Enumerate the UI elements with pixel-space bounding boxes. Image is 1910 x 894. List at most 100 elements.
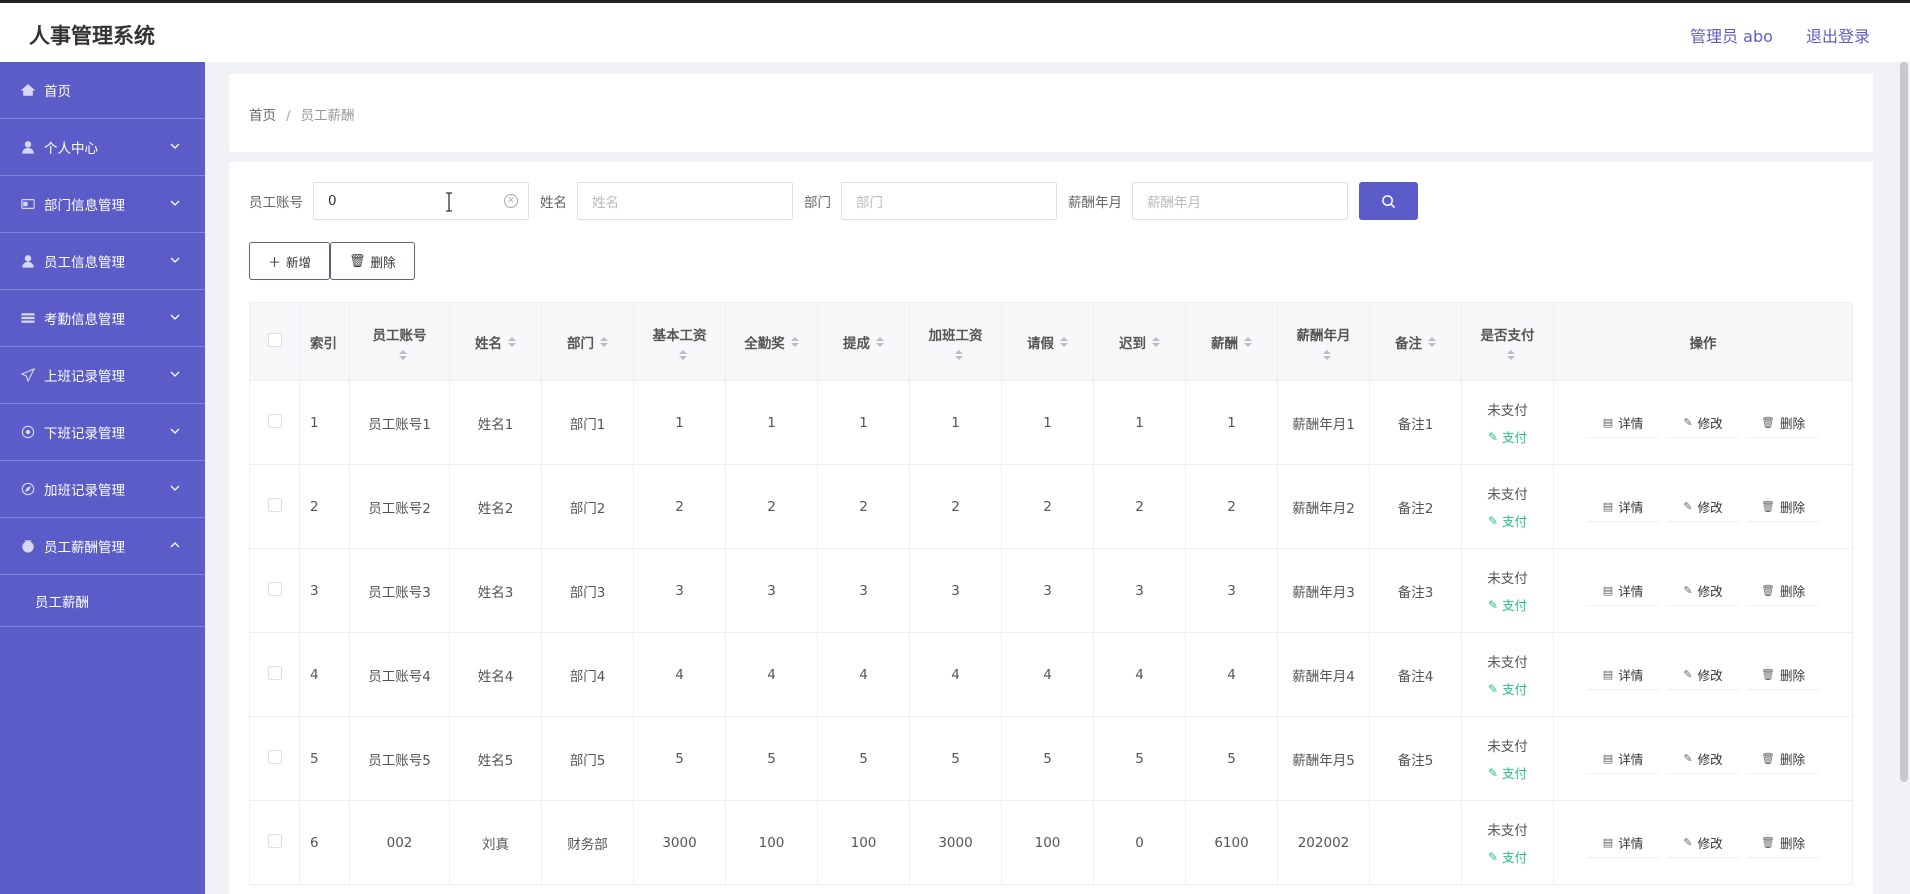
delete-button[interactable]: 🗑 删除 [1747, 659, 1819, 690]
header-salary[interactable]: 薪酬 [1185, 302, 1278, 381]
row-select-cell[interactable] [249, 800, 300, 885]
header-overtime[interactable]: 加班工资 [909, 302, 1002, 381]
detail-button[interactable]: ▤ 详情 [1587, 575, 1659, 606]
header-paid[interactable]: 是否支付 [1461, 302, 1554, 381]
pay-link[interactable]: ✎ 支付 [1488, 511, 1527, 530]
row-checkbox[interactable] [267, 749, 282, 764]
edit-button[interactable]: ✎ 修改 [1667, 491, 1739, 522]
select-all-checkbox[interactable] [267, 332, 282, 347]
delete-button[interactable]: 🗑 删除 [1747, 827, 1819, 858]
sidebar-item-4[interactable]: 考勤信息管理 [0, 290, 205, 347]
cell-index: 4 [299, 632, 350, 717]
pay-link[interactable]: ✎ 支付 [1488, 427, 1527, 446]
sort-icon[interactable] [954, 349, 963, 360]
sidebar-item-3[interactable]: 员工信息管理 [0, 233, 205, 290]
pay-link-label: 支付 [1502, 766, 1528, 781]
sidebar-item-7[interactable]: 加班记录管理 [0, 461, 205, 518]
edit-pen-icon: ✎ [1683, 583, 1693, 597]
row-checkbox[interactable] [267, 665, 282, 680]
delete-button[interactable]: 🗑 删除 [1747, 575, 1819, 606]
admin-name[interactable]: 管理员 abo [1690, 27, 1773, 46]
cell-account: 员工账号1 [349, 380, 450, 465]
page-scrollbar[interactable] [1900, 62, 1908, 782]
sidebar-item-2[interactable]: 部门信息管理 [0, 176, 205, 233]
month-label: 薪酬年月 [1068, 195, 1122, 211]
edit-button[interactable]: ✎ 修改 [1667, 743, 1739, 774]
search-button[interactable] [1359, 182, 1418, 220]
header-base[interactable]: 基本工资 [633, 302, 726, 381]
header-account[interactable]: 员工账号 [349, 302, 450, 381]
edit-button[interactable]: ✎ 修改 [1667, 407, 1739, 438]
header-remark[interactable]: 备注 [1369, 302, 1462, 381]
sort-icon[interactable] [1152, 336, 1160, 347]
header-name[interactable]: 姓名 [449, 302, 542, 381]
detail-button[interactable]: ▤ 详情 [1587, 827, 1659, 858]
sidebar-item-5[interactable]: 上班记录管理 [0, 347, 205, 404]
trash-icon: 🗑 [349, 253, 366, 269]
cell-ops: ▤ 详情 ✎ 修改 🗑 删除 [1553, 380, 1853, 465]
sidebar-item-6[interactable]: 下班记录管理 [0, 404, 205, 461]
chevron-down-icon [169, 425, 183, 439]
sidebar-item-1[interactable]: 个人中心 [0, 119, 205, 176]
row-checkbox[interactable] [267, 497, 282, 512]
sort-icon[interactable] [1060, 336, 1068, 347]
sort-icon[interactable] [876, 336, 884, 347]
sidebar-item-0[interactable]: 首页 [0, 62, 205, 119]
cell-leave: 100 [1001, 800, 1094, 885]
account-input[interactable]: 0 ✕ [313, 182, 529, 220]
detail-button[interactable]: ▤ 详情 [1587, 407, 1659, 438]
name-input[interactable]: 姓名 [577, 182, 793, 220]
row-checkbox[interactable] [267, 581, 282, 596]
search-icon [1382, 194, 1396, 208]
row-select-cell[interactable] [249, 716, 300, 801]
row-select-cell[interactable] [249, 632, 300, 717]
header-late[interactable]: 迟到 [1093, 302, 1186, 381]
sort-icon[interactable] [1506, 349, 1515, 360]
add-button[interactable]: ＋新增 [249, 242, 331, 280]
sort-icon[interactable] [1428, 336, 1436, 347]
row-select-cell[interactable] [249, 464, 300, 549]
detail-button[interactable]: ▤ 详情 [1587, 491, 1659, 522]
pay-link[interactable]: ✎ 支付 [1488, 679, 1527, 698]
header-commission[interactable]: 提成 [817, 302, 910, 381]
detail-button[interactable]: ▤ 详情 [1587, 743, 1659, 774]
cell-commission: 5 [817, 716, 910, 801]
sidebar-item-8[interactable]: 员工薪酬管理 [0, 518, 205, 575]
clear-icon[interactable]: ✕ [504, 194, 518, 208]
detail-button[interactable]: ▤ 详情 [1587, 659, 1659, 690]
row-select-cell[interactable] [249, 548, 300, 633]
breadcrumb-home[interactable]: 首页 [249, 108, 276, 124]
delete-button[interactable]: 🗑 删除 [1747, 407, 1819, 438]
header-dept[interactable]: 部门 [541, 302, 634, 381]
row-select-cell[interactable] [249, 380, 300, 465]
sort-icon[interactable] [508, 336, 516, 347]
sort-icon[interactable] [678, 349, 687, 360]
cell-paid: 未支付 ✎ 支付 [1461, 716, 1554, 801]
detail-label: 详情 [1618, 499, 1644, 515]
sort-icon[interactable] [600, 336, 608, 347]
sidebar-subitem-salary[interactable]: 员工薪酬 [0, 575, 205, 627]
sort-icon[interactable] [1244, 336, 1252, 347]
sort-icon[interactable] [790, 336, 799, 347]
edit-button[interactable]: ✎ 修改 [1667, 575, 1739, 606]
edit-button[interactable]: ✎ 修改 [1667, 827, 1739, 858]
header-select-all[interactable] [249, 302, 300, 381]
sidebar-item-label: 部门信息管理 [44, 198, 125, 214]
pay-link[interactable]: ✎ 支付 [1488, 595, 1527, 614]
row-checkbox[interactable] [267, 413, 282, 428]
header-leave[interactable]: 请假 [1001, 302, 1094, 381]
month-input[interactable]: 薪酬年月 [1132, 182, 1348, 220]
logout-link[interactable]: 退出登录 [1806, 27, 1870, 46]
delete-button[interactable]: 🗑 删除 [1747, 743, 1819, 774]
edit-button[interactable]: ✎ 修改 [1667, 659, 1739, 690]
dept-input[interactable]: 部门 [841, 182, 1057, 220]
sort-icon[interactable] [1322, 349, 1331, 360]
delete-button[interactable]: 🗑 删除 [1747, 491, 1819, 522]
pay-link[interactable]: ✎ 支付 [1488, 847, 1527, 866]
sort-icon[interactable] [398, 349, 407, 360]
pay-link[interactable]: ✎ 支付 [1488, 763, 1527, 782]
header-month[interactable]: 薪酬年月 [1277, 302, 1370, 381]
batch-delete-button[interactable]: 🗑 删除 [330, 242, 415, 280]
header-attendance[interactable]: 全勤奖 [725, 302, 818, 381]
row-checkbox[interactable] [267, 833, 282, 848]
